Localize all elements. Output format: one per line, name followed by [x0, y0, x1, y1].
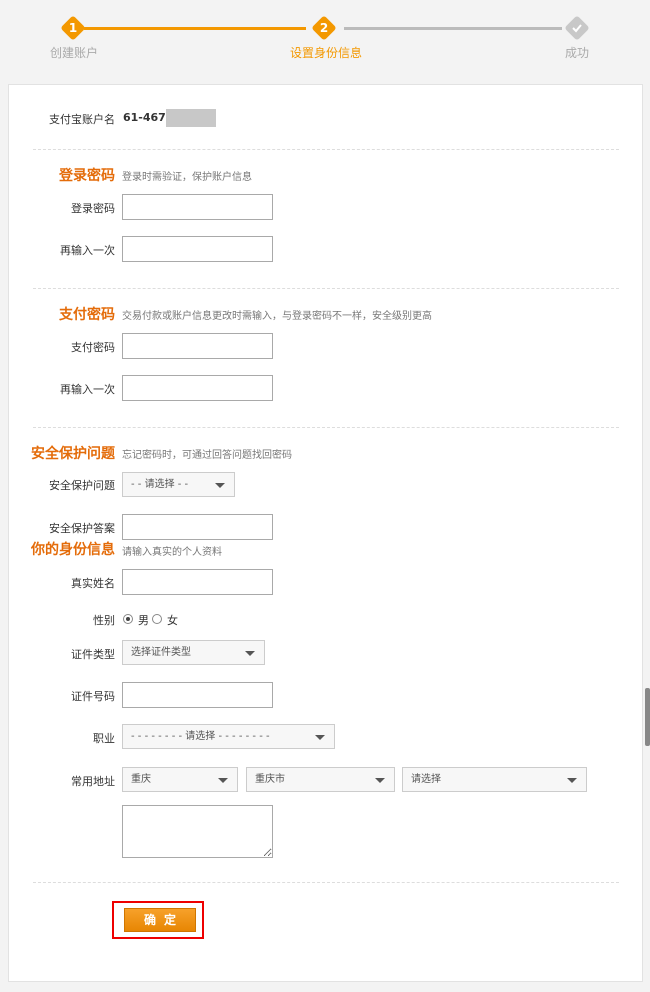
chevron-down-icon — [375, 778, 385, 783]
gender-female-radio[interactable] — [152, 614, 162, 624]
gender-label: 性别 — [93, 614, 115, 627]
account-name-value: 61-467 — [123, 111, 166, 124]
pay-password-title: 支付密码 — [59, 307, 115, 323]
gender-male-radio[interactable] — [123, 614, 133, 624]
identity-hint: 请输入真实的个人资料 — [122, 547, 222, 558]
identity-title: 你的身份信息 — [31, 542, 115, 558]
city-value: 重庆市 — [255, 774, 285, 785]
account-label: 支付宝账户名 — [49, 113, 115, 126]
step-connector-done — [84, 27, 306, 30]
login-password-confirm-input[interactable] — [122, 236, 273, 262]
step-1-badge: 1 — [61, 16, 85, 40]
chevron-down-icon — [218, 778, 228, 783]
security-question-title: 安全保护问题 — [31, 446, 115, 462]
step-3-label: 成功 — [565, 46, 590, 60]
chevron-down-icon — [245, 651, 255, 656]
account-name: 61-467 — [123, 109, 216, 127]
confirm-button[interactable]: 确定 — [124, 908, 196, 932]
id-number-label: 证件号码 — [71, 690, 115, 703]
occupation-select[interactable]: - - - - - - - - 请选择 - - - - - - - - — [122, 724, 335, 749]
step-2-badge: 2 — [312, 16, 336, 40]
security-question-hint: 忘记密码时，可通过回答问题找回密码 — [122, 450, 292, 461]
pay-password-hint: 交易付款或账户信息更改时需输入，与登录密码不一样，安全级别更高 — [122, 311, 432, 322]
chevron-down-icon — [315, 735, 325, 740]
pay-password-input[interactable] — [122, 333, 273, 359]
registration-form: 支付宝账户名 61-467 登录密码 登录时需验证，保护账户信息 登录密码 再输… — [8, 84, 643, 982]
security-answer-label: 安全保护答案 — [49, 522, 115, 535]
chevron-down-icon — [567, 778, 577, 783]
real-name-label: 真实姓名 — [71, 577, 115, 590]
security-question-select[interactable]: - - 请选择 - - — [122, 472, 235, 497]
scrollbar-thumb[interactable] — [645, 688, 650, 746]
step-connector-pending — [344, 27, 562, 30]
gender-male-label: 男 — [138, 614, 149, 627]
real-name-input[interactable] — [122, 569, 273, 595]
pay-password-confirm-input[interactable] — [122, 375, 273, 401]
gender-female-label: 女 — [167, 614, 178, 627]
id-type-select[interactable]: 选择证件类型 — [122, 640, 265, 665]
progress-stepper: 1 创建账户 2 设置身份信息 成功 — [0, 0, 650, 80]
pay-password-label: 支付密码 — [71, 341, 115, 354]
chevron-down-icon — [215, 483, 225, 488]
step-2-label: 设置身份信息 — [290, 46, 363, 60]
security-question-label: 安全保护问题 — [49, 479, 115, 492]
district-select[interactable]: 请选择 — [402, 767, 587, 792]
submit-highlight-frame: 确定 — [112, 901, 204, 939]
district-value: 请选择 — [411, 774, 441, 785]
login-password-hint: 登录时需验证，保护账户信息 — [122, 172, 252, 183]
divider — [33, 427, 619, 428]
divider — [33, 149, 619, 150]
address-detail-textarea[interactable] — [122, 805, 273, 858]
occupation-value: - - - - - - - - 请选择 - - - - - - - - — [131, 731, 270, 742]
id-type-value: 选择证件类型 — [131, 647, 191, 658]
address-label: 常用地址 — [71, 775, 115, 788]
divider — [33, 288, 619, 289]
pay-password-confirm-label: 再输入一次 — [60, 383, 115, 396]
step-1-label: 创建账户 — [50, 46, 99, 60]
security-answer-input[interactable] — [122, 514, 273, 540]
province-value: 重庆 — [131, 774, 151, 785]
security-question-value: - - 请选择 - - — [131, 479, 189, 490]
id-type-label: 证件类型 — [71, 648, 115, 661]
login-password-title: 登录密码 — [59, 168, 115, 184]
occupation-label: 职业 — [93, 732, 115, 745]
id-number-input[interactable] — [122, 682, 273, 708]
masked-account-suffix — [165, 109, 216, 127]
city-select[interactable]: 重庆市 — [246, 767, 395, 792]
step-3-check-icon — [565, 16, 589, 40]
province-select[interactable]: 重庆 — [122, 767, 238, 792]
divider — [33, 882, 619, 883]
login-password-confirm-label: 再输入一次 — [60, 244, 115, 257]
login-password-input[interactable] — [122, 194, 273, 220]
login-password-label: 登录密码 — [71, 202, 115, 215]
